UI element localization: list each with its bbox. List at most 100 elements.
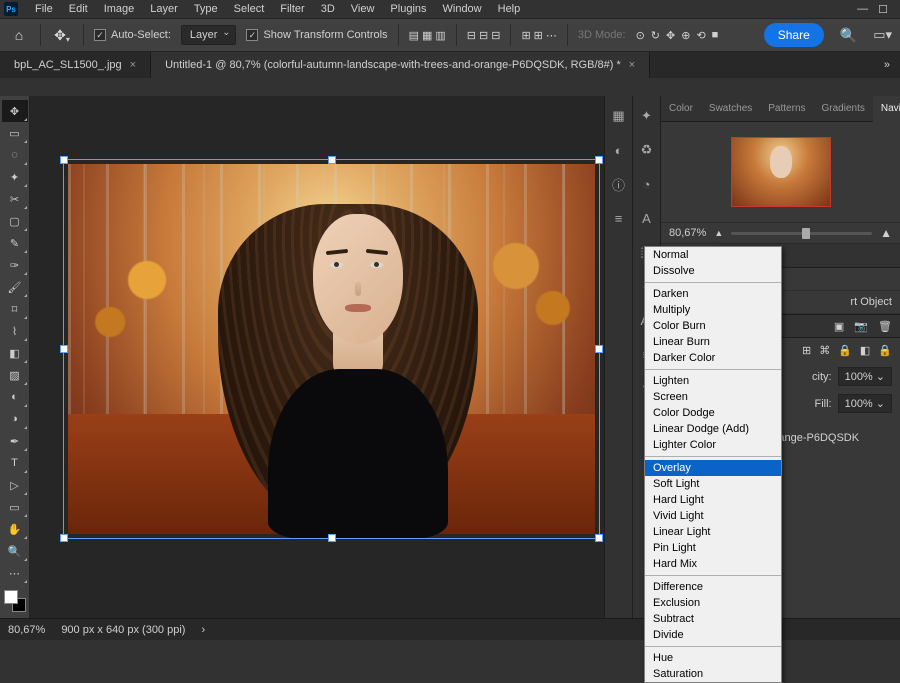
history-brush-tool[interactable]: ⌇	[2, 320, 28, 342]
blend-mode-option[interactable]: Normal	[645, 247, 781, 263]
type-tool[interactable]: T	[2, 452, 28, 474]
frame-tool[interactable]: ▢	[2, 210, 28, 232]
navigator-zoom-value[interactable]: 80,67%	[669, 227, 706, 239]
blend-mode-option[interactable]: Darker Color	[645, 350, 781, 366]
distribute-icons[interactable]: ⊟⊟⊟	[467, 29, 501, 42]
blend-mode-option[interactable]: Screen	[645, 389, 781, 405]
move-tool[interactable]: ✥	[2, 100, 28, 122]
home-icon[interactable]: ⌂	[8, 24, 30, 46]
document-canvas[interactable]	[68, 164, 595, 534]
opacity-value[interactable]: 100% ⌄	[838, 367, 892, 386]
blend-mode-option[interactable]: Color Burn	[645, 318, 781, 334]
menu-layer[interactable]: Layer	[143, 1, 185, 17]
brush-tool[interactable]: 🖌	[2, 276, 28, 298]
menu-view[interactable]: View	[344, 1, 382, 17]
panel-icon[interactable]: ♻	[637, 140, 657, 160]
panel-tab-gradients[interactable]: Gradients	[814, 96, 873, 122]
panel-tab-swatches[interactable]: Swatches	[701, 96, 760, 122]
show-transform-checkbox[interactable]: ✓Show Transform Controls	[246, 29, 387, 41]
transform-handle[interactable]	[60, 534, 68, 542]
blend-mode-option[interactable]: Darken	[645, 286, 781, 302]
trash-icon[interactable]: 🗑	[878, 320, 892, 333]
transform-handle[interactable]	[60, 156, 68, 164]
dodge-tool[interactable]: ◑	[2, 408, 28, 430]
blend-mode-option[interactable]: Subtract	[645, 611, 781, 627]
align-icons[interactable]: ▤▦▥	[409, 29, 446, 42]
camera-icon[interactable]: 📷	[854, 320, 868, 333]
navigator-preview[interactable]	[661, 122, 900, 222]
minimize-icon[interactable]: —	[857, 3, 868, 16]
share-button[interactable]: Share	[764, 23, 824, 47]
panel-icon[interactable]: ▦	[609, 106, 629, 126]
lasso-tool[interactable]: ◌	[2, 144, 28, 166]
auto-select-target-dropdown[interactable]: Layer	[181, 25, 237, 45]
blend-mode-option[interactable]: Saturation	[645, 666, 781, 682]
hand-tool[interactable]: ✋	[2, 518, 28, 540]
eyedropper-tool[interactable]: ✎	[2, 232, 28, 254]
transform-handle[interactable]	[595, 534, 603, 542]
blend-mode-option[interactable]: Linear Burn	[645, 334, 781, 350]
close-icon[interactable]: ×	[629, 59, 635, 71]
canvas-area[interactable]	[30, 96, 604, 618]
menu-file[interactable]: File	[28, 1, 60, 17]
link-icon[interactable]: ⌘	[819, 344, 830, 357]
panel-icon[interactable]: ⓘ	[609, 174, 629, 194]
healing-tool[interactable]: ✑	[2, 254, 28, 276]
lock-all-icon[interactable]: 🔒	[878, 344, 892, 357]
panel-icon[interactable]: ◐	[609, 140, 629, 160]
zoom-slider[interactable]	[731, 232, 872, 235]
eraser-tool[interactable]: ◧	[2, 342, 28, 364]
blend-mode-option[interactable]: Lighter Color	[645, 437, 781, 453]
pen-tool[interactable]: ✒	[2, 430, 28, 452]
fill-value[interactable]: 100% ⌄	[838, 394, 892, 413]
blend-mode-option[interactable]: Overlay	[645, 460, 781, 476]
distribute-spacing-icons[interactable]: ⊞⊞⋯	[521, 29, 556, 42]
shape-tool[interactable]: ▭	[2, 496, 28, 518]
workspace-switcher-icon[interactable]: ▭▾	[873, 27, 892, 43]
transform-handle[interactable]	[595, 345, 603, 353]
zoom-out-icon[interactable]: ▲	[714, 228, 723, 238]
magic-wand-tool[interactable]: ✦	[2, 166, 28, 188]
blend-mode-option[interactable]: Hard Light	[645, 492, 781, 508]
transform-handle[interactable]	[595, 156, 603, 164]
blend-mode-option[interactable]: Linear Light	[645, 524, 781, 540]
blur-tool[interactable]: ◐	[2, 386, 28, 408]
document-tab[interactable]: bpL_AC_SL1500_.jpg×	[0, 52, 151, 78]
blend-mode-option[interactable]: Multiply	[645, 302, 781, 318]
blend-mode-option[interactable]: Color Dodge	[645, 405, 781, 421]
gradient-tool[interactable]: ▨	[2, 364, 28, 386]
panel-icon[interactable]: ≡	[609, 208, 629, 228]
zoom-tool[interactable]: 🔍	[2, 540, 28, 562]
blend-mode-dropdown[interactable]: NormalDissolveDarkenMultiplyColor BurnLi…	[644, 246, 782, 683]
color-swatches[interactable]	[4, 590, 26, 612]
panel-icon[interactable]: ✦	[637, 106, 657, 126]
blend-mode-option[interactable]: Hue	[645, 650, 781, 666]
zoom-in-icon[interactable]: ▲	[880, 226, 892, 240]
menu-type[interactable]: Type	[187, 1, 225, 17]
blend-mode-option[interactable]: Pin Light	[645, 540, 781, 556]
blend-mode-option[interactable]: Exclusion	[645, 595, 781, 611]
blend-mode-option[interactable]: Soft Light	[645, 476, 781, 492]
filter-layers-icon[interactable]: ⊞	[802, 344, 811, 357]
menu-help[interactable]: Help	[491, 1, 528, 17]
status-zoom[interactable]: 80,67%	[8, 624, 45, 636]
menu-3d[interactable]: 3D	[314, 1, 342, 17]
path-tool[interactable]: ▷	[2, 474, 28, 496]
panel-tab-patterns[interactable]: Patterns	[760, 96, 813, 122]
search-icon[interactable]: 🔍	[840, 27, 857, 44]
menu-window[interactable]: Window	[436, 1, 489, 17]
menu-plugins[interactable]: Plugins	[383, 1, 433, 17]
transform-handle[interactable]	[60, 345, 68, 353]
expand-tabs-icon[interactable]: »	[884, 59, 886, 71]
marquee-tool[interactable]: ▭	[2, 122, 28, 144]
panel-icon[interactable]: ◔	[637, 174, 657, 194]
lock-icon[interactable]: 🔒	[838, 344, 852, 357]
blend-mode-option[interactable]: Hard Mix	[645, 556, 781, 572]
status-caret-icon[interactable]: ›	[201, 624, 205, 636]
crop-tool[interactable]: ✂	[2, 188, 28, 210]
blend-mode-option[interactable]: Vivid Light	[645, 508, 781, 524]
panel-icon[interactable]: A	[637, 208, 657, 228]
menu-image[interactable]: Image	[97, 1, 142, 17]
menu-select[interactable]: Select	[227, 1, 272, 17]
panel-tab-navigator[interactable]: Navigator	[873, 96, 900, 122]
